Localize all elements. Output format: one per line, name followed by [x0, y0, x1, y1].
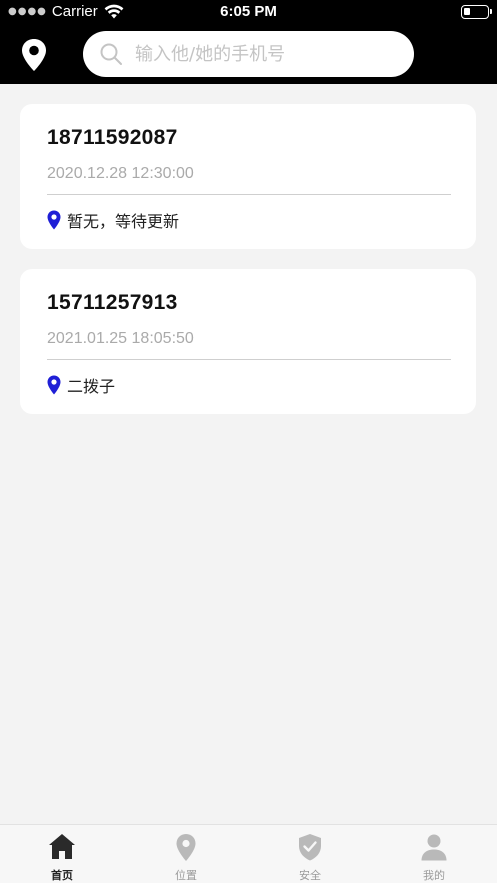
user-icon [421, 834, 447, 861]
tab-bar: 首页 位置 安全 我的 [0, 824, 497, 883]
record-phone: 15711257913 [47, 291, 178, 314]
record-time: 2021.01.25 18:05:50 [47, 330, 194, 347]
record-card[interactable]: 18711592087 2020.12.28 12:30:00 暂无，等待更新 [20, 104, 476, 249]
battery-icon [461, 5, 492, 19]
record-location: 暂无，等待更新 [47, 208, 179, 232]
map-pin-icon[interactable] [20, 38, 48, 72]
search-bar[interactable] [83, 31, 414, 77]
divider [47, 194, 451, 195]
record-location-text: 暂无，等待更新 [67, 212, 180, 231]
divider [47, 359, 451, 360]
search-input[interactable] [135, 31, 405, 77]
location-pin-icon [47, 210, 61, 230]
tab-mine[interactable]: 我的 [372, 825, 496, 883]
tab-label: 首页 [51, 869, 73, 882]
top-bar: ●●●● Carrier 6:05 PM [0, 0, 497, 84]
status-bar: ●●●● Carrier 6:05 PM [0, 0, 497, 24]
tab-location[interactable]: 位置 [124, 825, 248, 883]
status-time: 6:05 PM [220, 3, 277, 20]
tab-label: 我的 [423, 869, 445, 882]
tab-label: 安全 [299, 869, 321, 882]
location-icon [176, 834, 196, 861]
home-icon [49, 834, 75, 859]
location-pin-icon [47, 375, 61, 395]
record-card[interactable]: 15711257913 2021.01.25 18:05:50 二拨子 [20, 269, 476, 414]
record-location: 二拨子 [47, 373, 115, 397]
shield-check-icon [299, 834, 321, 861]
record-location-text: 二拨子 [67, 377, 116, 396]
tab-security[interactable]: 安全 [248, 825, 372, 883]
record-time: 2020.12.28 12:30:00 [47, 165, 194, 182]
battery-level [464, 8, 470, 15]
record-phone: 18711592087 [47, 126, 178, 149]
tab-home[interactable]: 首页 [0, 825, 124, 883]
tab-label: 位置 [175, 869, 197, 882]
search-icon [100, 43, 122, 65]
